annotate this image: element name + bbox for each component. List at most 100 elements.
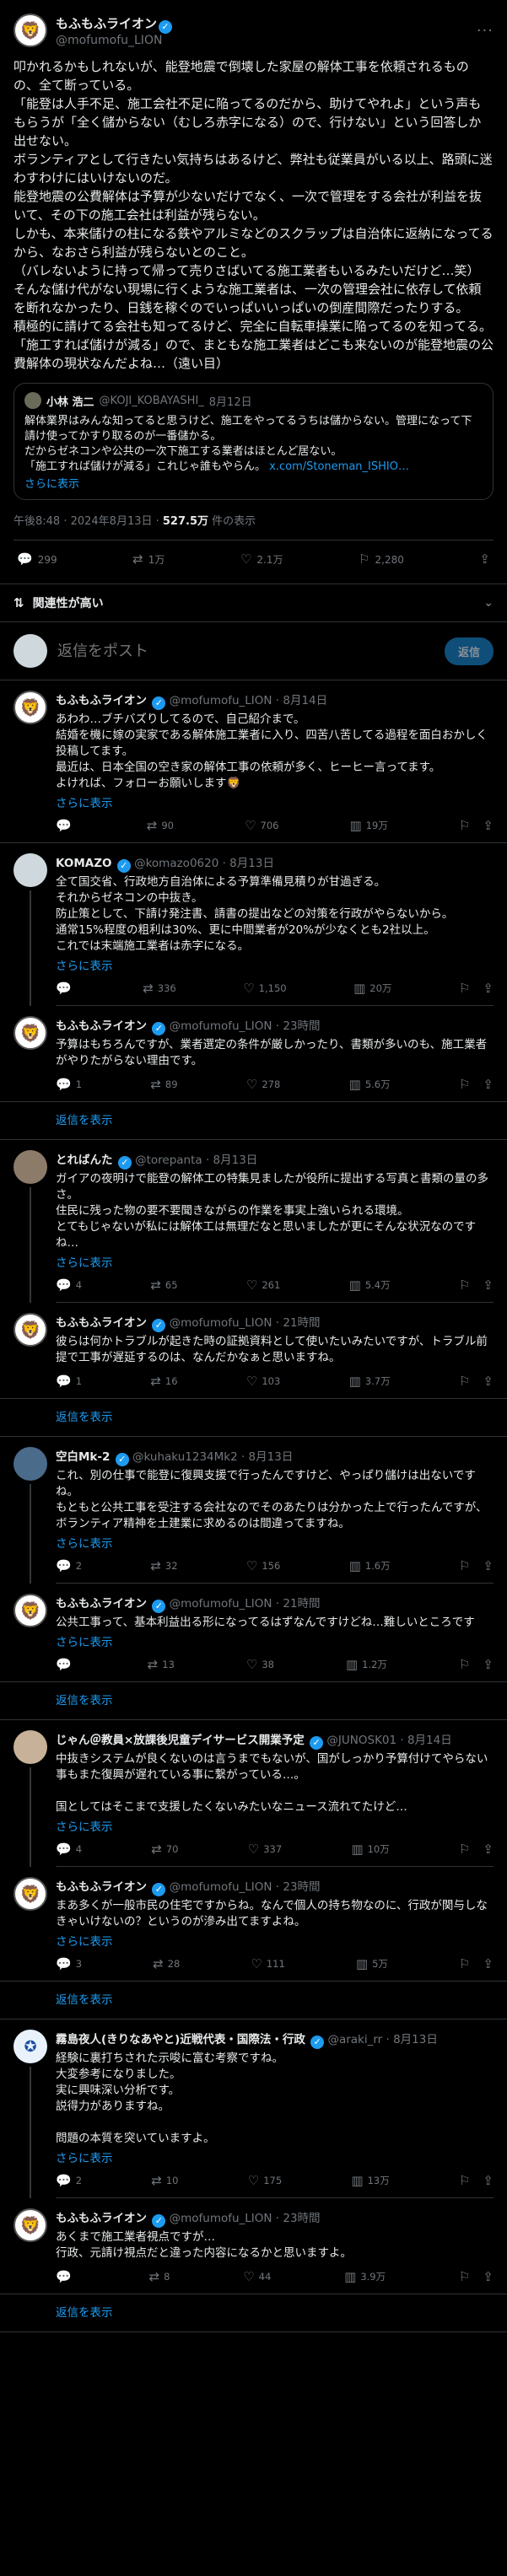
repost-action[interactable]: ⇄ 1万 <box>132 552 165 567</box>
repost-action[interactable]: ⇄ 70 <box>151 1842 178 1856</box>
reply-author[interactable]: もふもふライオン <box>56 694 147 707</box>
avatar[interactable] <box>13 1730 47 1764</box>
show-more-link[interactable]: さらに表示 <box>56 2148 494 2165</box>
views-action[interactable]: ▥ 3.7万 <box>349 1374 391 1388</box>
reply-post[interactable]: 🦁 もふもふライオン ✓ @mofumofu_LION · 23時間 まあ多くが… <box>0 1867 507 1981</box>
reply-handle[interactable]: @mofumofu_LION · 21時間 <box>170 1597 321 1611</box>
like-action[interactable]: ♡ 156 <box>246 1559 280 1573</box>
share-action[interactable]: ⚐ ⇪ <box>459 1957 494 1971</box>
like-action[interactable]: ♡ 2.1万 <box>240 552 283 567</box>
like-action[interactable]: ♡ 278 <box>246 1078 280 1091</box>
reply-post[interactable]: 🦁 もふもふライオン ✓ @mofumofu_LION · 23時間 予算はもち… <box>0 1006 507 1101</box>
avatar[interactable]: 🦁 <box>13 2208 47 2242</box>
like-action[interactable]: ♡ 175 <box>248 2174 282 2187</box>
avatar[interactable]: 🦁 <box>13 1877 47 1911</box>
like-action[interactable]: ♡ 1,150 <box>243 981 286 995</box>
quote-show-more[interactable]: さらに表示 <box>24 475 483 491</box>
reply-handle[interactable]: @kuhaku1234Mk2 · 8月13日 <box>132 1450 293 1464</box>
repost-action[interactable]: ⇄ 16 <box>150 1374 177 1388</box>
author-name[interactable]: もふもふライオン <box>56 16 157 31</box>
reply-post[interactable]: 🦁 もふもふライオン ✓ @mofumofu_LION · 8月14日 あわわ…… <box>0 680 507 842</box>
reply-post[interactable]: ✪ 霧島夜人(きりなあやと)近戦代表・国際法・行政 ✓ @araki_rr · … <box>0 2019 507 2198</box>
share-action[interactable]: ⚐ ⇪ <box>459 981 494 995</box>
avatar[interactable]: 🦁 <box>13 13 47 47</box>
reply-handle[interactable]: @komazo0620 · 8月13日 <box>134 857 274 870</box>
show-replies-link[interactable]: 返信を表示 <box>0 2294 507 2331</box>
reply-post[interactable]: じゃん＠教員×放課後児童デイサービス開業予定 ✓ @JUNOSK01 · 8月1… <box>0 1720 507 1867</box>
show-replies-link[interactable]: 返信を表示 <box>0 1398 507 1436</box>
show-replies-link[interactable]: 返信を表示 <box>0 1981 507 2019</box>
show-more-link[interactable]: さらに表示 <box>56 1534 494 1551</box>
show-replies-link[interactable]: 返信を表示 <box>0 1101 507 1139</box>
share-action[interactable]: ⚐ ⇪ <box>459 2174 494 2187</box>
show-more-link[interactable]: さらに表示 <box>56 1253 494 1270</box>
repost-action[interactable]: ⇄ 65 <box>150 1278 177 1292</box>
repost-action[interactable]: ⇄ 89 <box>150 1078 177 1091</box>
reply-post[interactable]: KOMAZO ✓ @komazo0620 · 8月13日 全て国交省、行政地方自… <box>0 843 507 1006</box>
show-more-link[interactable]: さらに表示 <box>56 1817 494 1834</box>
reply-action[interactable]: 💬 1 <box>56 1374 82 1388</box>
bookmark-action[interactable]: ⚐ 2,280 <box>359 553 404 566</box>
views-action[interactable]: ▥ 1.2万 <box>346 1658 387 1671</box>
avatar[interactable]: 🦁 <box>13 1016 47 1050</box>
show-more-link[interactable]: さらに表示 <box>56 1632 494 1649</box>
like-action[interactable]: ♡ 44 <box>243 2270 271 2283</box>
repost-action[interactable]: ⇄ 10 <box>151 2174 178 2187</box>
share-action[interactable]: ⇪ <box>479 553 490 566</box>
share-action[interactable]: ⚐ ⇪ <box>459 1078 494 1091</box>
reply-author[interactable]: もふもふライオン <box>56 2212 147 2225</box>
repost-action[interactable]: ⇄ 336 <box>143 981 176 995</box>
like-action[interactable]: ♡ 706 <box>245 819 278 832</box>
reply-action[interactable]: 💬 3 <box>56 1957 82 1971</box>
views-action[interactable]: ▥ 10万 <box>351 1842 389 1856</box>
reply-handle[interactable]: @mofumofu_LION · 23時間 <box>170 1880 321 1894</box>
reply-action[interactable]: 💬 <box>56 819 76 832</box>
like-action[interactable]: ♡ 111 <box>251 1957 284 1971</box>
like-action[interactable]: ♡ 103 <box>246 1374 280 1388</box>
reply-author[interactable]: もふもふライオン <box>56 1597 147 1611</box>
reply-handle[interactable]: @torepanta · 8月13日 <box>135 1154 257 1167</box>
reply-author[interactable]: 空白Mk-2 <box>56 1450 110 1464</box>
avatar[interactable]: ✪ <box>13 2030 47 2063</box>
avatar[interactable] <box>13 1150 47 1184</box>
reply-author[interactable]: じゃん＠教員×放課後児童デイサービス開業予定 <box>56 1734 305 1747</box>
reply-post[interactable]: とればんた ✓ @torepanta · 8月13日 ガイアの夜明けで能登の解体… <box>0 1140 507 1303</box>
reply-action[interactable]: 💬 2 <box>56 1559 82 1573</box>
avatar[interactable] <box>13 853 47 887</box>
reply-action[interactable]: 💬 <box>56 2270 76 2283</box>
reply-action[interactable]: 💬 1 <box>56 1078 82 1091</box>
author-handle[interactable]: @mofumofu_LION <box>56 34 172 47</box>
show-replies-link[interactable]: 返信を表示 <box>0 1681 507 1719</box>
avatar[interactable]: 🦁 <box>13 1594 47 1627</box>
reply-input[interactable] <box>57 642 434 660</box>
share-action[interactable]: ⚐ ⇪ <box>459 1374 494 1388</box>
like-action[interactable]: ♡ 261 <box>246 1278 280 1292</box>
more-options-icon[interactable]: ··· <box>477 22 494 40</box>
show-more-link[interactable]: さらに表示 <box>56 1932 494 1949</box>
reply-action[interactable]: 💬 2 <box>56 2174 82 2187</box>
reply-action[interactable]: 💬 <box>56 1658 76 1671</box>
share-action[interactable]: ⚐ ⇪ <box>459 1658 494 1671</box>
repost-action[interactable]: ⇄ 28 <box>153 1957 180 1971</box>
reply-action[interactable]: 💬 4 <box>56 1278 82 1292</box>
views-action[interactable]: ▥ 13万 <box>351 2174 389 2187</box>
reply-handle[interactable]: @mofumofu_LION · 23時間 <box>170 2212 321 2225</box>
share-action[interactable]: ⚐ ⇪ <box>459 1278 494 1292</box>
reply-handle[interactable]: @mofumofu_LION · 21時間 <box>170 1316 321 1330</box>
share-action[interactable]: ⚐ ⇪ <box>459 1559 494 1573</box>
repost-action[interactable]: ⇄ 13 <box>148 1658 175 1671</box>
reply-author[interactable]: とればんた <box>56 1154 113 1167</box>
reply-action[interactable]: 💬 4 <box>56 1842 82 1856</box>
reply-action[interactable]: 💬 <box>56 981 76 995</box>
reply-sort-selector[interactable]: ⇅ 関連性が高い ⌄ <box>0 584 507 622</box>
avatar[interactable]: 🦁 <box>13 691 47 724</box>
reply-post[interactable]: 🦁 もふもふライオン ✓ @mofumofu_LION · 21時間 公共工事っ… <box>0 1584 507 1681</box>
like-action[interactable]: ♡ 38 <box>246 1658 274 1671</box>
reply-handle[interactable]: @mofumofu_LION · 8月14日 <box>170 694 328 707</box>
share-action[interactable]: ⚐ ⇪ <box>459 1842 494 1856</box>
repost-action[interactable]: ⇄ 8 <box>149 2270 170 2283</box>
reply-post[interactable]: 🦁 もふもふライオン ✓ @mofumofu_LION · 23時間 あくまで施… <box>0 2198 507 2294</box>
reply-author[interactable]: もふもふライオン <box>56 1019 147 1033</box>
post-time[interactable]: 午後8:48 · 2024年8月13日 · <box>13 515 163 528</box>
views-action[interactable]: ▥ 20万 <box>353 981 391 995</box>
